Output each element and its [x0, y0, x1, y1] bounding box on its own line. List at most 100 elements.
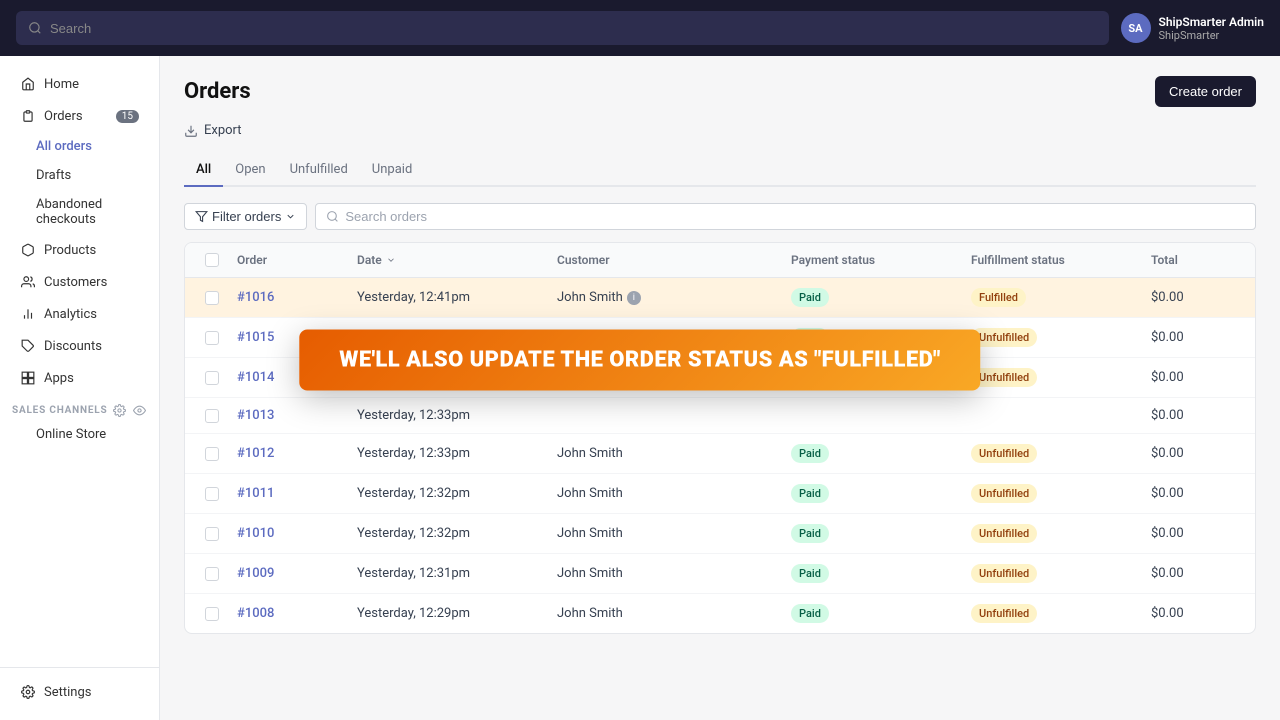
- tab-open[interactable]: Open: [223, 154, 277, 187]
- order-link[interactable]: #1009: [237, 566, 274, 581]
- sidebar-item-all-orders[interactable]: All orders: [8, 133, 151, 160]
- row-checkbox[interactable]: [205, 447, 219, 461]
- customers-icon: [20, 274, 36, 290]
- fulfillment-cell: Unfulfilled: [963, 358, 1143, 397]
- sort-icon: [386, 255, 396, 265]
- tab-unfulfilled[interactable]: Unfulfilled: [278, 154, 360, 187]
- date-cell: Yesterday, 12:33pm: [349, 436, 549, 471]
- drafts-label: Drafts: [36, 168, 71, 183]
- sidebar-item-analytics[interactable]: Analytics: [8, 299, 151, 329]
- export-icon: [184, 124, 198, 138]
- fulfillment-badge: Unfulfilled: [971, 444, 1037, 463]
- filter-orders-button[interactable]: Filter orders: [184, 203, 307, 230]
- date-col-header[interactable]: Date: [349, 243, 549, 277]
- row-checkbox[interactable]: [205, 567, 219, 581]
- payment-badge: Paid: [791, 444, 829, 463]
- checkbox-cell[interactable]: [197, 517, 229, 551]
- fulfillment-cell: Unfulfilled: [963, 434, 1143, 473]
- apps-label: Apps: [44, 371, 74, 386]
- search-orders-icon: [326, 210, 339, 223]
- sidebar-item-orders-label: Orders: [44, 109, 83, 124]
- row-checkbox[interactable]: [205, 527, 219, 541]
- sidebar-item-customers[interactable]: Customers: [8, 267, 151, 297]
- row-checkbox[interactable]: [205, 291, 219, 305]
- sidebar-item-home[interactable]: Home: [8, 69, 151, 99]
- sidebar-item-online-store[interactable]: Online Store: [8, 421, 151, 448]
- row-checkbox[interactable]: [205, 331, 219, 345]
- sidebar-item-discounts[interactable]: Discounts: [8, 331, 151, 361]
- sales-channels-section: SALES CHANNELS: [0, 394, 159, 420]
- checkbox-cell[interactable]: [197, 281, 229, 315]
- sidebar-item-drafts[interactable]: Drafts: [8, 162, 151, 189]
- orders-badge: 15: [116, 110, 139, 123]
- checkbox-cell[interactable]: [197, 597, 229, 631]
- sales-channels-settings-icon[interactable]: [111, 402, 127, 418]
- payment-col-header: Payment status: [783, 243, 963, 277]
- row-checkbox[interactable]: [205, 607, 219, 621]
- order-link[interactable]: #1010: [237, 526, 274, 541]
- tab-unpaid[interactable]: Unpaid: [360, 154, 424, 187]
- select-all-checkbox[interactable]: [205, 253, 219, 267]
- fulfillment-badge: Unfulfilled: [971, 564, 1037, 583]
- user-menu[interactable]: SA ShipSmarter Admin ShipSmarter: [1121, 13, 1265, 43]
- export-row[interactable]: Export: [184, 123, 1256, 138]
- analytics-label: Analytics: [44, 307, 97, 322]
- customer-cell: [549, 406, 783, 426]
- abandoned-label: Abandoned checkouts: [36, 197, 139, 227]
- topbar-search-input[interactable]: [50, 21, 1097, 36]
- fulfillment-badge: Unfulfilled: [971, 484, 1037, 503]
- page-header: Orders Create order: [184, 76, 1256, 107]
- search-orders-input[interactable]: [345, 209, 1245, 224]
- sidebar-item-orders[interactable]: Orders 15: [8, 101, 151, 131]
- row-checkbox[interactable]: [205, 487, 219, 501]
- checkbox-cell[interactable]: [197, 557, 229, 591]
- checkbox-cell[interactable]: [197, 361, 229, 395]
- select-all-header[interactable]: [197, 243, 229, 277]
- order-link[interactable]: #1015: [237, 330, 274, 345]
- payment-badge: Paid: [791, 564, 829, 583]
- order-link[interactable]: #1013: [237, 408, 274, 423]
- topbar: SA ShipSmarter Admin ShipSmarter: [0, 0, 1280, 56]
- banner-text: WE'LL ALSO UPDATE THE ORDER STATUS AS "F…: [339, 348, 940, 373]
- sales-channels-view-icon[interactable]: [131, 402, 147, 418]
- total-cell: $0.00: [1143, 476, 1243, 511]
- order-link[interactable]: #1014: [237, 370, 274, 385]
- sidebar-item-abandoned[interactable]: Abandoned checkouts: [8, 191, 151, 233]
- row-checkbox[interactable]: [205, 409, 219, 423]
- order-link[interactable]: #1011: [237, 486, 274, 501]
- sidebar-item-apps[interactable]: Apps: [8, 363, 151, 393]
- tab-all[interactable]: All: [184, 154, 223, 187]
- checkbox-cell[interactable]: [197, 321, 229, 355]
- payment-cell: Paid: [783, 434, 963, 473]
- user-name: ShipSmarter Admin: [1159, 15, 1265, 29]
- create-order-button[interactable]: Create order: [1155, 76, 1256, 107]
- total-cell: $0.00: [1143, 360, 1243, 395]
- row-checkbox[interactable]: [205, 371, 219, 385]
- fulfillment-col-header: Fulfillment status: [963, 243, 1143, 277]
- sidebar-item-products[interactable]: Products: [8, 235, 151, 265]
- sidebar-item-home-label: Home: [44, 77, 79, 92]
- customer-cell: John Smith: [549, 596, 783, 631]
- total-cell: $0.00: [1143, 436, 1243, 471]
- sidebar-bottom: Settings: [0, 667, 159, 708]
- order-link[interactable]: #1008: [237, 606, 274, 621]
- sidebar-item-settings[interactable]: Settings: [8, 677, 151, 707]
- checkbox-cell[interactable]: [197, 477, 229, 511]
- date-cell: Yesterday, 12:41pm: [349, 280, 549, 315]
- products-icon: [20, 242, 36, 258]
- date-cell: Yesterday, 12:32pm: [349, 476, 549, 511]
- filter-row: Filter orders: [184, 203, 1256, 230]
- checkbox-cell[interactable]: [197, 399, 229, 433]
- order-cell: #1009: [229, 556, 349, 591]
- checkbox-cell[interactable]: [197, 437, 229, 471]
- customer-info: John Smith: [557, 606, 623, 621]
- order-link[interactable]: #1012: [237, 446, 274, 461]
- date-cell: Yesterday, 12:31pm: [349, 556, 549, 591]
- page-title: Orders: [184, 79, 251, 104]
- order-cell: #1013: [229, 398, 349, 433]
- sidebar: Home Orders 15 All orders Drafts Abandon…: [0, 56, 160, 720]
- customer-cell: John Smithi: [549, 280, 783, 315]
- apps-icon: [20, 370, 36, 386]
- order-link[interactable]: #1016: [237, 290, 274, 305]
- all-orders-label: All orders: [36, 139, 92, 154]
